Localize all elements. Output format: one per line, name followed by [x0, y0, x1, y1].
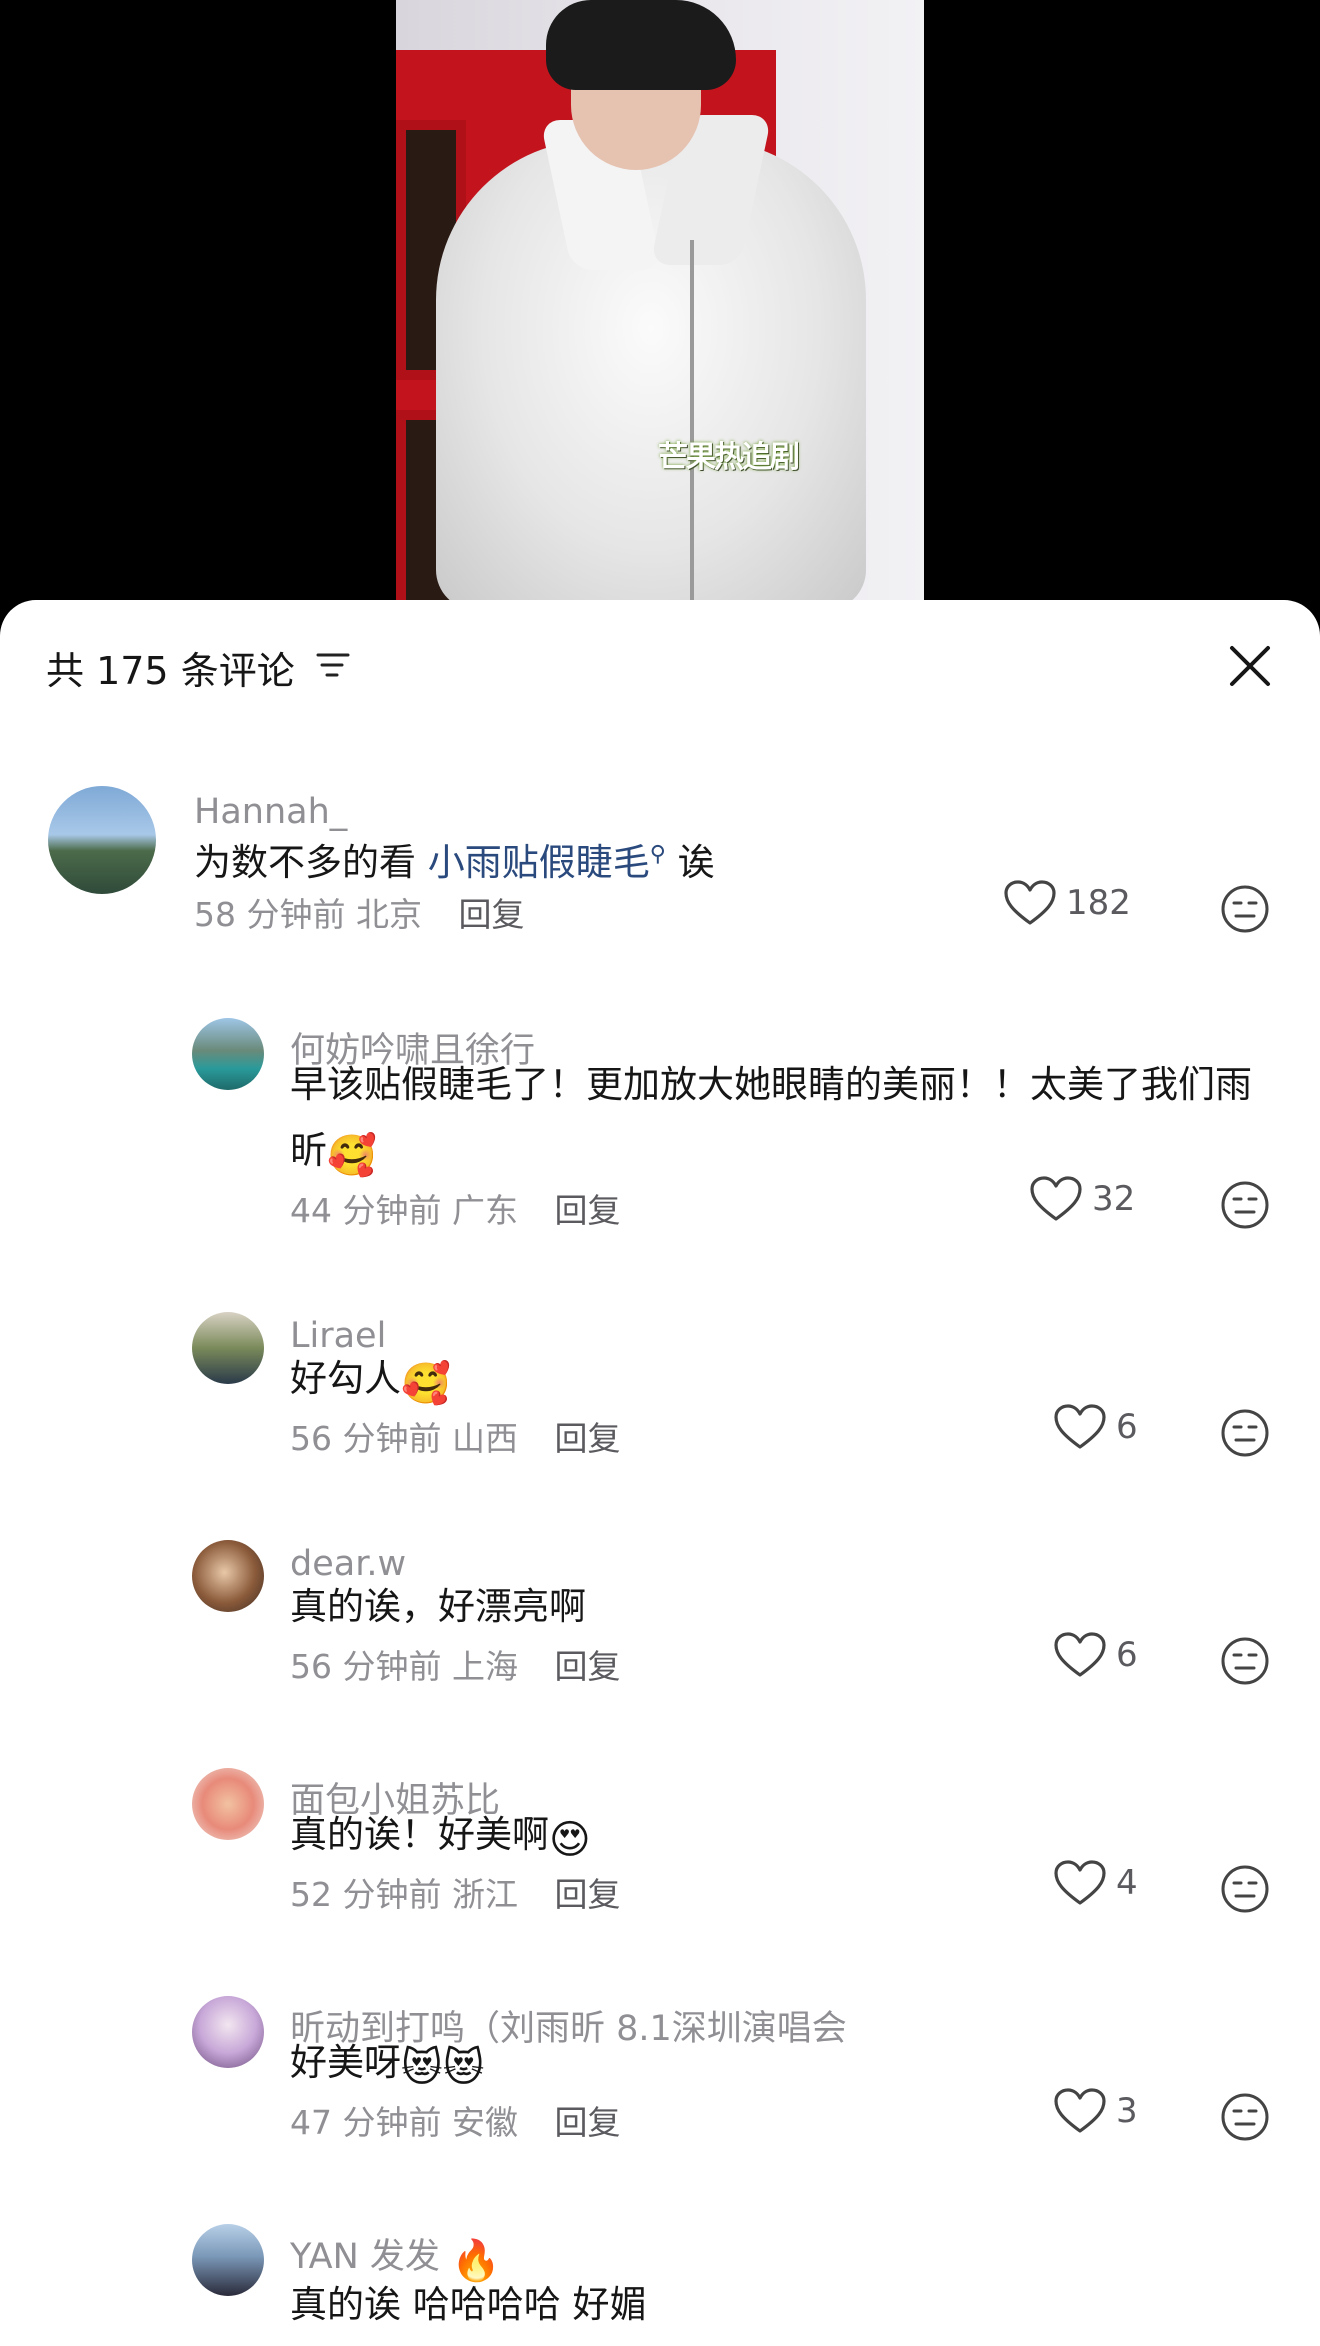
- reply-button[interactable]: 回复: [554, 1191, 620, 1230]
- video-player[interactable]: 芒果热追剧: [0, 0, 1320, 600]
- like-button[interactable]: 182: [1004, 880, 1131, 926]
- reply-button[interactable]: 回复: [554, 1875, 620, 1914]
- comment-location: 山西: [451, 1419, 518, 1458]
- comment-time: 52 分钟前: [290, 1875, 442, 1914]
- dislike-face-icon[interactable]: [1220, 1864, 1270, 1914]
- like-count: 182: [1066, 883, 1131, 923]
- comment-text: 真的诶 哈哈哈哈 好媚: [290, 2283, 647, 2326]
- heart-icon: [1054, 1860, 1106, 1905]
- dislike-face-icon[interactable]: [1220, 1636, 1270, 1686]
- reply-item: Lirael 好勾人🥰 56 分钟前 山西 回复 6: [0, 1304, 1320, 1484]
- heart-icon: [1054, 1404, 1106, 1449]
- emoji: 😻😻: [401, 2045, 485, 2091]
- comment-meta: 44 分钟前 广东 回复: [290, 1184, 620, 1232]
- like-button[interactable]: 4: [1054, 1860, 1138, 1906]
- comment-text: 好勾人🥰: [290, 1357, 451, 1407]
- comment-meta: 58 分钟前 北京 回复: [194, 888, 524, 936]
- heart-icon: [1030, 1176, 1082, 1221]
- comment-location: 上海: [451, 1647, 518, 1686]
- reply-button[interactable]: 回复: [554, 1647, 620, 1686]
- avatar[interactable]: [192, 1996, 264, 2068]
- avatar[interactable]: [48, 786, 156, 894]
- like-count: 4: [1116, 1863, 1138, 1903]
- heart-icon: [1004, 880, 1056, 925]
- comment-meta: 47 分钟前 安徽 回复: [290, 2096, 620, 2144]
- search-link[interactable]: 小雨贴假睫毛: [428, 841, 650, 884]
- like-button[interactable]: 6: [1054, 1404, 1138, 1450]
- dislike-face-icon[interactable]: [1220, 884, 1270, 934]
- filter-icon[interactable]: [316, 652, 350, 678]
- comment-meta: 56 分钟前 上海 回复: [290, 1640, 620, 1688]
- like-button[interactable]: 32: [1030, 1176, 1135, 1222]
- comment-location: 广东: [451, 1191, 518, 1230]
- comment-location: 浙江: [451, 1875, 518, 1914]
- like-button[interactable]: 6: [1054, 1632, 1138, 1678]
- comments-sheet: 共 175 条评论 Hannah_ 为数不多的看 小雨贴假睫毛⚲ 诶 58 分钟…: [0, 600, 1320, 2346]
- reply-item: YAN 发发 🔥 真的诶 哈哈哈哈 好媚: [0, 2216, 1320, 2346]
- avatar[interactable]: [192, 1018, 264, 1090]
- avatar[interactable]: [192, 1312, 264, 1384]
- dislike-face-icon[interactable]: [1220, 1180, 1270, 1230]
- emoji: 🥰: [401, 1361, 451, 1407]
- comment-meta: 52 分钟前 浙江 回复: [290, 1868, 620, 1916]
- comment-text: 好美呀😻😻: [290, 2041, 485, 2091]
- heart-icon: [1054, 1632, 1106, 1677]
- comment-location: 北京: [355, 895, 422, 934]
- search-icon[interactable]: ⚲: [650, 842, 666, 867]
- avatar[interactable]: [192, 1540, 264, 1612]
- dislike-face-icon[interactable]: [1220, 2092, 1270, 2142]
- comments-header: 共 175 条评论: [0, 600, 1320, 730]
- reply-button[interactable]: 回复: [554, 2103, 620, 2142]
- reply-item: 昕动到打鸣（刘雨昕 8.1深圳演唱会 好美呀😻😻 47 分钟前 安徽 回复 3: [0, 1988, 1320, 2168]
- avatar[interactable]: [192, 1768, 264, 1840]
- like-button[interactable]: 3: [1054, 2088, 1138, 2134]
- comment-text: 真的诶！好美啊😍: [290, 1813, 591, 1863]
- like-count: 3: [1116, 2091, 1138, 2131]
- reply-item: 面包小姐苏比 真的诶！好美啊😍 52 分钟前 浙江 回复 4: [0, 1760, 1320, 1940]
- comment-time: 56 分钟前: [290, 1419, 442, 1458]
- reply-item: 何妨吟啸且徐行 早该贴假睫毛了！更加放大她眼睛的美丽！！太美了我们雨昕🥰 44 …: [0, 1010, 1320, 1250]
- reply-button[interactable]: 回复: [458, 895, 524, 934]
- video-watermark: 芒果热追剧: [658, 440, 800, 475]
- comment-location: 安徽: [451, 2103, 518, 2142]
- comment-text: 真的诶，好漂亮啊: [290, 1585, 586, 1628]
- like-count: 32: [1092, 1179, 1136, 1219]
- emoji: 😍: [549, 1817, 591, 1863]
- comment-text: 早该贴假睫毛了！更加放大她眼睛的美丽！！太美了我们雨昕🥰: [290, 1063, 1252, 1179]
- heart-icon: [1054, 2088, 1106, 2133]
- comment-meta: 56 分钟前 山西 回复: [290, 1412, 620, 1460]
- reply-item: dear.w 真的诶，好漂亮啊 56 分钟前 上海 回复 6: [0, 1532, 1320, 1712]
- comment-time: 47 分钟前: [290, 2103, 442, 2142]
- like-count: 6: [1116, 1407, 1138, 1447]
- dislike-face-icon[interactable]: [1220, 1408, 1270, 1458]
- close-icon[interactable]: [1224, 640, 1276, 692]
- comments-count-title: 共 175 条评论: [46, 649, 295, 693]
- reply-button[interactable]: 回复: [554, 1419, 620, 1458]
- like-count: 6: [1116, 1635, 1138, 1675]
- avatar[interactable]: [192, 2224, 264, 2296]
- emoji: 🥰: [327, 1133, 377, 1179]
- comment-time: 44 分钟前: [290, 1191, 442, 1230]
- comment-item: Hannah_ 为数不多的看 小雨贴假睫毛⚲ 诶 58 分钟前 北京 回复 18…: [0, 780, 1320, 950]
- white-jacket: [436, 140, 866, 600]
- comment-time: 56 分钟前: [290, 1647, 442, 1686]
- comment-time: 58 分钟前: [194, 895, 346, 934]
- video-frame: 芒果热追剧: [396, 0, 924, 600]
